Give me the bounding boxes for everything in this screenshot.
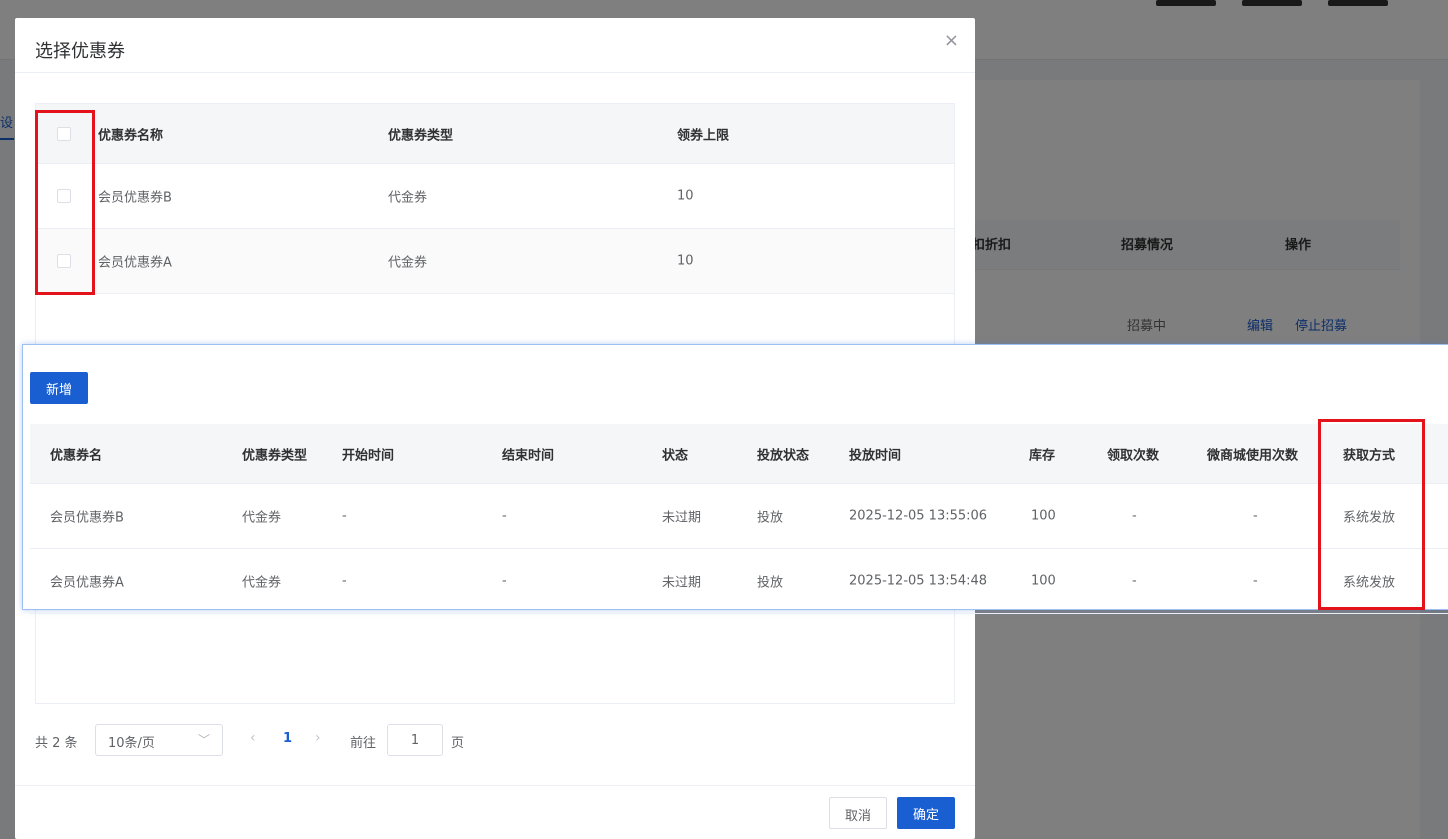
status: 未过期 bbox=[662, 575, 702, 591]
cancel-button[interactable]: 取消 bbox=[829, 797, 887, 829]
coupon-type: 代金券 bbox=[388, 255, 428, 271]
coupon-name: 会员优惠券A bbox=[98, 255, 172, 271]
coupon-type: 代金券 bbox=[242, 510, 282, 526]
mall-usage-count: - bbox=[1253, 573, 1258, 589]
column-end-time: 结束时间 bbox=[502, 448, 555, 463]
stock: 100 bbox=[1031, 573, 1056, 589]
column-coupon-name: 优惠券名 bbox=[50, 448, 103, 463]
pagination: 共 2 条 10条/页 ﹀ ‹ 1 › 前往 1 页 bbox=[35, 724, 635, 756]
select-all-checkbox[interactable] bbox=[57, 126, 71, 141]
column-coupon-type: 优惠券类型 bbox=[388, 128, 454, 143]
total-count: 共 2 条 bbox=[35, 736, 78, 751]
dialog-header: 选择优惠券 × bbox=[15, 18, 975, 73]
page-size-select[interactable]: 10条/页 ﹀ bbox=[95, 724, 223, 756]
claim-count: - bbox=[1132, 573, 1137, 589]
column-release-status: 投放状态 bbox=[757, 448, 810, 463]
column-mall-usage-count: 微商城使用次数 bbox=[1207, 448, 1299, 463]
claim-limit: 10 bbox=[677, 253, 694, 269]
coupon-name: 会员优惠券B bbox=[98, 190, 172, 206]
column-start-time: 开始时间 bbox=[342, 448, 395, 463]
page-number-current[interactable]: 1 bbox=[283, 731, 292, 746]
page-size-value: 10条/页 bbox=[108, 736, 155, 751]
coupon-list-panel: 新增 优惠券名 优惠券类型 开始时间 结束时间 状态 投放状态 投放时间 库存 … bbox=[22, 344, 1448, 614]
column-claim-count: 领取次数 bbox=[1107, 448, 1160, 463]
claim-limit: 10 bbox=[677, 188, 694, 204]
coupon-name: 会员优惠券B bbox=[50, 510, 124, 526]
column-release-time: 投放时间 bbox=[849, 448, 902, 463]
stock: 100 bbox=[1031, 508, 1056, 524]
release-time: 2025-12-05 13:55:06 bbox=[849, 508, 988, 524]
row-checkbox[interactable] bbox=[57, 254, 71, 268]
column-stock: 库存 bbox=[1029, 448, 1056, 463]
table-header: 优惠券名称 优惠券类型 领券上限 bbox=[36, 104, 954, 164]
status: 未过期 bbox=[662, 510, 702, 526]
mall-usage-count: - bbox=[1253, 508, 1258, 524]
coupon-name: 会员优惠券A bbox=[50, 575, 124, 591]
close-icon[interactable]: × bbox=[944, 30, 959, 51]
table-row[interactable]: 会员优惠券A 代金券 - - 未过期 投放 2025-12-05 13:54:4… bbox=[30, 549, 1448, 614]
column-claim-limit: 领券上限 bbox=[677, 128, 730, 143]
column-status: 状态 bbox=[662, 448, 689, 463]
table-row[interactable]: 会员优惠券B 代金券 10 bbox=[36, 164, 954, 229]
goto-page-input[interactable]: 1 bbox=[387, 724, 443, 756]
prev-page-icon[interactable]: ‹ bbox=[250, 730, 256, 746]
row-checkbox[interactable] bbox=[57, 189, 71, 203]
column-acquisition-method: 获取方式 bbox=[1343, 448, 1396, 463]
next-page-icon[interactable]: › bbox=[315, 730, 321, 746]
release-status: 投放 bbox=[757, 575, 784, 591]
add-button[interactable]: 新增 bbox=[30, 372, 88, 404]
start-time: - bbox=[342, 508, 347, 524]
confirm-button[interactable]: 确定 bbox=[897, 797, 955, 829]
dialog-footer: 取消 确定 bbox=[15, 785, 975, 839]
dialog-title: 选择优惠券 bbox=[35, 41, 125, 62]
acquisition-method: 系统发放 bbox=[1343, 575, 1396, 591]
release-status: 投放 bbox=[757, 510, 784, 526]
chevron-down-icon: ﹀ bbox=[197, 733, 210, 747]
page-unit-label: 页 bbox=[451, 736, 465, 751]
end-time: - bbox=[502, 508, 507, 524]
acquisition-method: 系统发放 bbox=[1343, 510, 1396, 526]
table-row[interactable]: 会员优惠券B 代金券 - - 未过期 投放 2025-12-05 13:55:0… bbox=[30, 484, 1448, 549]
end-time: - bbox=[502, 573, 507, 589]
coupon-type: 代金券 bbox=[242, 575, 282, 591]
start-time: - bbox=[342, 573, 347, 589]
panel-table-header: 优惠券名 优惠券类型 开始时间 结束时间 状态 投放状态 投放时间 库存 领取次… bbox=[30, 424, 1448, 484]
column-coupon-type: 优惠券类型 bbox=[242, 448, 308, 463]
goto-label: 前往 bbox=[350, 736, 377, 751]
coupon-type: 代金券 bbox=[388, 190, 428, 206]
release-time: 2025-12-05 13:54:48 bbox=[849, 573, 988, 589]
table-row[interactable]: 会员优惠券A 代金券 10 bbox=[36, 229, 954, 294]
claim-count: - bbox=[1132, 508, 1137, 524]
column-coupon-name: 优惠券名称 bbox=[98, 128, 164, 143]
